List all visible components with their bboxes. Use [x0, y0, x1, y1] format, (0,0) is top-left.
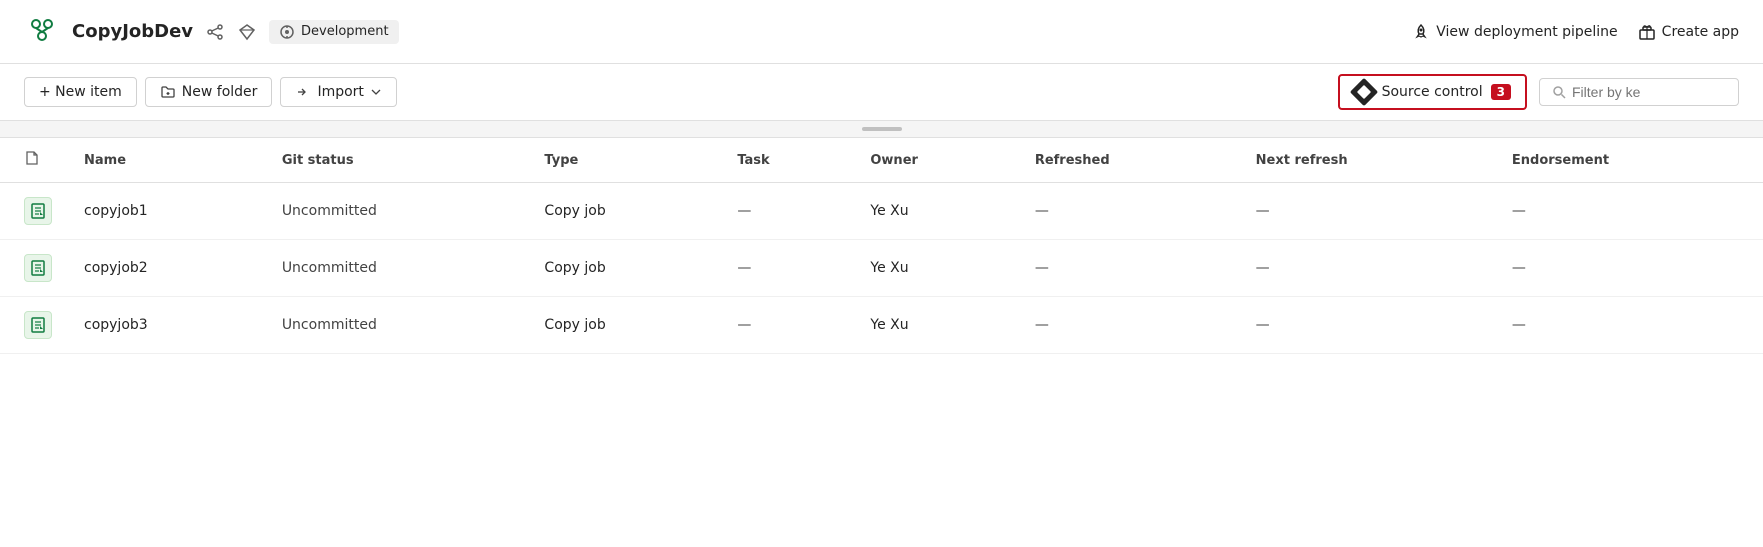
toolbar: + New item New folder Import — [0, 64, 1763, 121]
table-container: Name Git status Type Task Owner Refreshe… — [0, 138, 1763, 354]
row-type: Copy job — [528, 183, 721, 240]
col-name-header[interactable]: Name — [68, 138, 266, 183]
row-icon-cell — [0, 297, 68, 354]
source-control-badge: 3 — [1491, 84, 1511, 100]
row-owner: Ye Xu — [854, 297, 1018, 354]
col-owner-header[interactable]: Owner — [854, 138, 1018, 183]
gift-icon — [1638, 23, 1656, 41]
workspace-label: Development — [301, 24, 389, 39]
source-control-icon — [1349, 78, 1377, 106]
copy-job-icon — [29, 202, 47, 220]
app-header: CopyJobDev De — [0, 0, 1763, 64]
row-next-refresh: — — [1240, 183, 1496, 240]
row-type: Copy job — [528, 240, 721, 297]
table-row[interactable]: copyjob1 Uncommitted Copy job — Ye Xu — … — [0, 183, 1763, 240]
col-git-status-header[interactable]: Git status — [266, 138, 529, 183]
deployment-badge-icon — [279, 24, 295, 40]
table-header-row: Name Git status Type Task Owner Refreshe… — [0, 138, 1763, 183]
source-control-button[interactable]: Source control 3 — [1338, 74, 1527, 110]
col-type-header[interactable]: Type — [528, 138, 721, 183]
table-row[interactable]: copyjob2 Uncommitted Copy job — Ye Xu — … — [0, 240, 1763, 297]
row-icon-cell — [0, 183, 68, 240]
row-next-refresh: — — [1240, 240, 1496, 297]
row-task: — — [721, 297, 854, 354]
source-control-label: Source control — [1382, 84, 1483, 100]
col-git-status-label: Git status — [282, 153, 354, 168]
col-task-header[interactable]: Task — [721, 138, 854, 183]
app-title: CopyJobDev — [72, 21, 193, 42]
file-icon-header — [24, 150, 40, 166]
col-next-refresh-label: Next refresh — [1256, 153, 1348, 168]
row-endorsement: — — [1496, 297, 1763, 354]
toolbar-left: + New item New folder Import — [24, 77, 397, 107]
new-folder-button[interactable]: New folder — [145, 77, 273, 107]
copy-job-icon — [29, 259, 47, 277]
import-button[interactable]: Import — [280, 77, 396, 107]
row-next-refresh: — — [1240, 297, 1496, 354]
row-endorsement: — — [1496, 240, 1763, 297]
create-app-label: Create app — [1662, 24, 1739, 40]
row-owner: Ye Xu — [854, 240, 1018, 297]
resize-handle[interactable] — [862, 127, 902, 131]
row-endorsement: — — [1496, 183, 1763, 240]
items-table: Name Git status Type Task Owner Refreshe… — [0, 138, 1763, 354]
row-task: — — [721, 183, 854, 240]
new-item-button[interactable]: + New item — [24, 77, 137, 107]
row-git-status: Uncommitted — [266, 240, 529, 297]
header-right: View deployment pipeline Create app — [1412, 23, 1739, 41]
row-refreshed: — — [1019, 240, 1240, 297]
row-owner: Ye Xu — [854, 183, 1018, 240]
row-type: Copy job — [528, 297, 721, 354]
row-name[interactable]: copyjob3 — [68, 297, 266, 354]
gem-icon[interactable] — [237, 22, 257, 42]
create-app-link[interactable]: Create app — [1638, 23, 1739, 41]
logo-icon — [24, 14, 60, 50]
header-left: CopyJobDev De — [24, 14, 399, 50]
row-refreshed: — — [1019, 183, 1240, 240]
col-icon — [0, 138, 68, 183]
col-type-label: Type — [544, 153, 578, 168]
col-refreshed-label: Refreshed — [1035, 153, 1110, 168]
col-task-label: Task — [737, 153, 769, 168]
item-icon — [24, 197, 52, 225]
item-icon — [24, 254, 52, 282]
row-git-status: Uncommitted — [266, 183, 529, 240]
col-endorsement-header[interactable]: Endorsement — [1496, 138, 1763, 183]
row-refreshed: — — [1019, 297, 1240, 354]
col-name-label: Name — [84, 153, 126, 168]
copy-job-icon — [29, 316, 47, 334]
row-task: — — [721, 240, 854, 297]
view-deployment-label: View deployment pipeline — [1436, 24, 1617, 40]
workspace-badge[interactable]: Development — [269, 20, 399, 44]
col-next-refresh-header[interactable]: Next refresh — [1240, 138, 1496, 183]
search-icon — [1552, 85, 1566, 99]
resize-divider[interactable] — [0, 121, 1763, 138]
toolbar-right: Source control 3 — [1338, 74, 1739, 110]
folder-icon — [160, 84, 176, 100]
rocket-icon — [1412, 23, 1430, 41]
row-icon-cell — [0, 240, 68, 297]
row-git-status: Uncommitted — [266, 297, 529, 354]
row-name[interactable]: copyjob1 — [68, 183, 266, 240]
item-icon — [24, 311, 52, 339]
table-row[interactable]: copyjob3 Uncommitted Copy job — Ye Xu — … — [0, 297, 1763, 354]
share-icon[interactable] — [205, 22, 225, 42]
col-endorsement-label: Endorsement — [1512, 153, 1609, 168]
import-icon — [295, 84, 311, 100]
row-name[interactable]: copyjob2 — [68, 240, 266, 297]
chevron-down-icon — [370, 86, 382, 98]
new-folder-label: New folder — [182, 84, 258, 100]
import-label: Import — [317, 84, 363, 100]
col-refreshed-header[interactable]: Refreshed — [1019, 138, 1240, 183]
filter-field[interactable] — [1572, 84, 1712, 100]
col-owner-label: Owner — [870, 153, 918, 168]
view-deployment-link[interactable]: View deployment pipeline — [1412, 23, 1617, 41]
new-item-label: + New item — [39, 84, 122, 100]
filter-input-container[interactable] — [1539, 78, 1739, 106]
